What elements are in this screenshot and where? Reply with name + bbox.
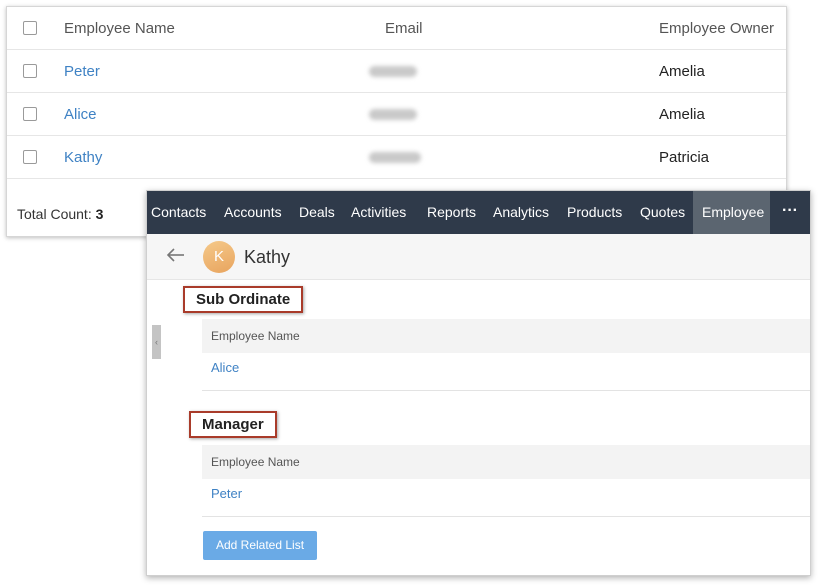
manager-section-title: Manager (189, 411, 277, 438)
employee-name-link[interactable]: Kathy (64, 136, 102, 179)
total-count: Total Count: 3 (17, 206, 103, 222)
nav-tab-activities[interactable]: Activities (351, 191, 406, 234)
top-nav-bar: Contacts Accounts Deals Activities Repor… (147, 191, 810, 234)
sub-ordinate-related-list: Employee Name Alice (202, 319, 810, 391)
collapse-panel-handle[interactable]: ‹ (152, 325, 161, 359)
nav-tab-employee[interactable]: Employee (693, 191, 770, 234)
table-row[interactable]: Alice Amelia (7, 93, 786, 136)
employee-name-link[interactable]: Alice (64, 93, 97, 136)
total-count-value: 3 (95, 206, 104, 222)
related-list-column-header: Employee Name (202, 445, 810, 479)
back-arrow-icon[interactable] (165, 244, 187, 266)
row-checkbox[interactable] (23, 150, 37, 164)
employee-owner: Patricia (659, 149, 710, 166)
avatar: K (203, 241, 235, 273)
related-list-item-link[interactable]: Peter (202, 479, 810, 517)
related-list-column-header: Employee Name (202, 319, 810, 353)
nav-tab-accounts[interactable]: Accounts (224, 191, 282, 234)
add-related-list-button[interactable]: Add Related List (203, 531, 317, 560)
record-title: Kathy (244, 247, 291, 267)
column-header-employee-name[interactable]: Employee Name (64, 7, 175, 50)
employee-name-link[interactable]: Peter (64, 50, 100, 93)
list-header: Employee Name Email Employee Owner (7, 7, 786, 50)
nav-tab-deals[interactable]: Deals (299, 191, 335, 234)
manager-related-list: Employee Name Peter (202, 445, 810, 517)
nav-tab-analytics[interactable]: Analytics (493, 191, 549, 234)
record-detail-window: Contacts Accounts Deals Activities Repor… (146, 190, 811, 576)
total-count-label: Total Count: (17, 206, 92, 222)
more-menu-icon[interactable]: ··· (770, 191, 810, 234)
nav-tab-products[interactable]: Products (567, 191, 622, 234)
row-checkbox[interactable] (23, 64, 37, 78)
related-list-item-link[interactable]: Alice (202, 353, 810, 391)
table-row[interactable]: Kathy Patricia (7, 136, 786, 179)
nav-tab-quotes[interactable]: Quotes (640, 191, 685, 234)
employee-owner: Amelia (659, 106, 705, 123)
sub-ordinate-section-title: Sub Ordinate (183, 286, 304, 313)
table-row[interactable]: Peter Amelia (7, 50, 786, 93)
nav-tab-reports[interactable]: Reports (427, 191, 476, 234)
select-all-checkbox[interactable] (23, 21, 37, 35)
row-checkbox[interactable] (23, 107, 37, 121)
employee-owner: Amelia (659, 63, 705, 80)
record-header: K Kathy (147, 234, 810, 280)
column-header-email[interactable]: Email (385, 7, 423, 50)
nav-tab-contacts[interactable]: Contacts (151, 191, 206, 234)
column-header-employee-owner[interactable]: Employee Owner (659, 7, 774, 50)
redacted-email (369, 66, 417, 77)
redacted-email (369, 152, 421, 163)
redacted-email (369, 109, 417, 120)
